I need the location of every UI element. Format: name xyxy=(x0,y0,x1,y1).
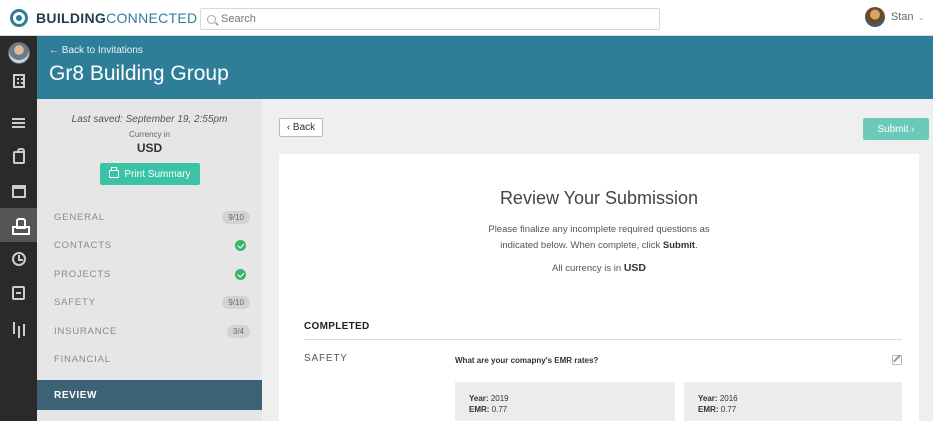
emr-value: 0.77 xyxy=(720,405,737,414)
sidebar-item-review[interactable]: REVIEW xyxy=(37,380,262,410)
emr-label: EMR: xyxy=(698,405,719,414)
sidebar-item-label: CONTACTS xyxy=(54,240,112,252)
question-text: What are your comapny's EMR rates? xyxy=(455,356,599,365)
completed-heading: COMPLETED xyxy=(304,321,370,332)
main-content: ‹ Back Submit › Review Your Submission P… xyxy=(262,99,933,421)
check-circle-icon xyxy=(235,268,246,280)
edit-icon[interactable] xyxy=(892,355,902,365)
chevron-down-icon: ⌄ xyxy=(917,11,925,22)
rail-item-documents[interactable] xyxy=(0,276,37,310)
rail-avatar[interactable] xyxy=(7,42,30,64)
currency-note: All currency is in USD xyxy=(279,262,919,274)
instructions-end: . xyxy=(695,240,698,251)
rail-item-companies[interactable] xyxy=(0,64,37,98)
sidebar-item-label: PROJECTS xyxy=(54,268,112,280)
search-box[interactable] xyxy=(200,8,660,30)
printer-icon xyxy=(109,167,120,178)
instructions-line-2: indicated below. When complete, click xyxy=(500,240,661,251)
document-icon xyxy=(12,286,25,300)
emr-entry: Year: 2016 EMR: 0.77 xyxy=(684,382,902,421)
logo-text-bold: BUILDING xyxy=(36,9,107,26)
last-saved-text: Last saved: September 19, 2:55pm xyxy=(71,114,228,125)
list-icon xyxy=(12,118,25,128)
sidebar-item-general[interactable]: GENERAL 9/10 xyxy=(37,203,262,232)
progress-badge: 9/10 xyxy=(222,296,250,310)
section-label-safety: SAFETY xyxy=(304,353,348,364)
logo-text-light: CONNECTED xyxy=(106,9,198,26)
progress-badge: 3/4 xyxy=(226,324,250,338)
emr-value: 0.77 xyxy=(491,405,508,414)
sidebar-item-label: FINANCIAL xyxy=(54,354,111,366)
print-summary-button[interactable]: Print Summary xyxy=(100,163,200,185)
sidebar-item-financial[interactable]: FINANCIAL xyxy=(37,346,262,375)
currency-label: Currency in xyxy=(129,130,170,139)
logo-icon xyxy=(10,8,28,27)
sidebar-item-label: GENERAL xyxy=(54,211,106,223)
back-to-invitations-link[interactable]: ← Back to Invitations xyxy=(49,45,143,56)
rail-item-qualifications[interactable] xyxy=(0,208,37,242)
sidebar-item-safety[interactable]: SAFETY 9/10 xyxy=(37,289,262,318)
review-card: Review Your Submission Please finalize a… xyxy=(279,154,919,421)
stamp-icon xyxy=(11,218,30,235)
rail-item-analytics[interactable] xyxy=(0,310,37,344)
section-sidebar: Last saved: September 19, 2:55pm Currenc… xyxy=(37,99,262,421)
year-value: 2016 xyxy=(719,394,738,403)
user-name: Stan xyxy=(890,11,914,23)
user-avatar xyxy=(864,7,885,27)
logo[interactable]: BUILDINGCONNECTED xyxy=(0,8,200,27)
user-menu[interactable]: Stan ⌄ xyxy=(864,7,925,27)
progress-badge: 9/10 xyxy=(222,210,250,224)
emr-entry: Year: 2019 EMR: 0.77 xyxy=(455,382,675,421)
sidebar-item-label: INSURANCE xyxy=(54,325,118,337)
review-instructions: Please finalize any incomplete required … xyxy=(399,222,799,254)
sidebar-item-label: SAFETY xyxy=(54,297,96,309)
year-value: 2019 xyxy=(490,394,509,403)
clock-icon xyxy=(11,252,26,266)
review-title: Review Your Submission xyxy=(499,188,699,208)
rail-item-bids[interactable] xyxy=(0,140,37,174)
page-header: ← Back to Invitations Gr8 Building Group xyxy=(37,36,933,99)
left-rail xyxy=(0,36,37,421)
rail-item-list[interactable] xyxy=(0,106,37,140)
year-label: Year: xyxy=(469,394,489,403)
year-label: Year: xyxy=(698,394,718,403)
rail-item-history[interactable] xyxy=(0,242,37,276)
top-bar: BUILDINGCONNECTED Stan ⌄ xyxy=(0,0,933,36)
sidebar-item-contacts[interactable]: CONTACTS xyxy=(37,232,262,261)
check-circle-icon xyxy=(235,240,246,252)
building-icon xyxy=(12,74,25,88)
sidebar-item-projects[interactable]: PROJECTS xyxy=(37,260,262,289)
bag-icon xyxy=(12,147,25,164)
bar-chart-icon xyxy=(12,320,26,334)
print-summary-label: Print Summary xyxy=(124,168,191,180)
emr-label: EMR: xyxy=(469,405,490,414)
currency-note-text: All currency is in xyxy=(552,263,622,274)
divider xyxy=(304,339,902,340)
section-nav: GENERAL 9/10 CONTACTS PROJECTS SAFETY 9/… xyxy=(37,203,262,374)
instructions-submit-word: Submit xyxy=(662,240,696,251)
rail-item-calendar[interactable] xyxy=(0,174,37,208)
submit-button[interactable]: Submit › xyxy=(863,118,929,140)
currency-note-value: USD xyxy=(623,262,646,274)
page-title: Gr8 Building Group xyxy=(49,62,229,85)
currency-value: USD xyxy=(136,141,163,155)
search-input[interactable] xyxy=(221,13,621,25)
instructions-line-1: Please finalize any incomplete required … xyxy=(488,224,710,235)
calendar-icon xyxy=(11,184,26,198)
back-button[interactable]: ‹ Back xyxy=(279,118,323,137)
sidebar-item-insurance[interactable]: INSURANCE 3/4 xyxy=(37,317,262,346)
search-icon xyxy=(207,14,216,24)
